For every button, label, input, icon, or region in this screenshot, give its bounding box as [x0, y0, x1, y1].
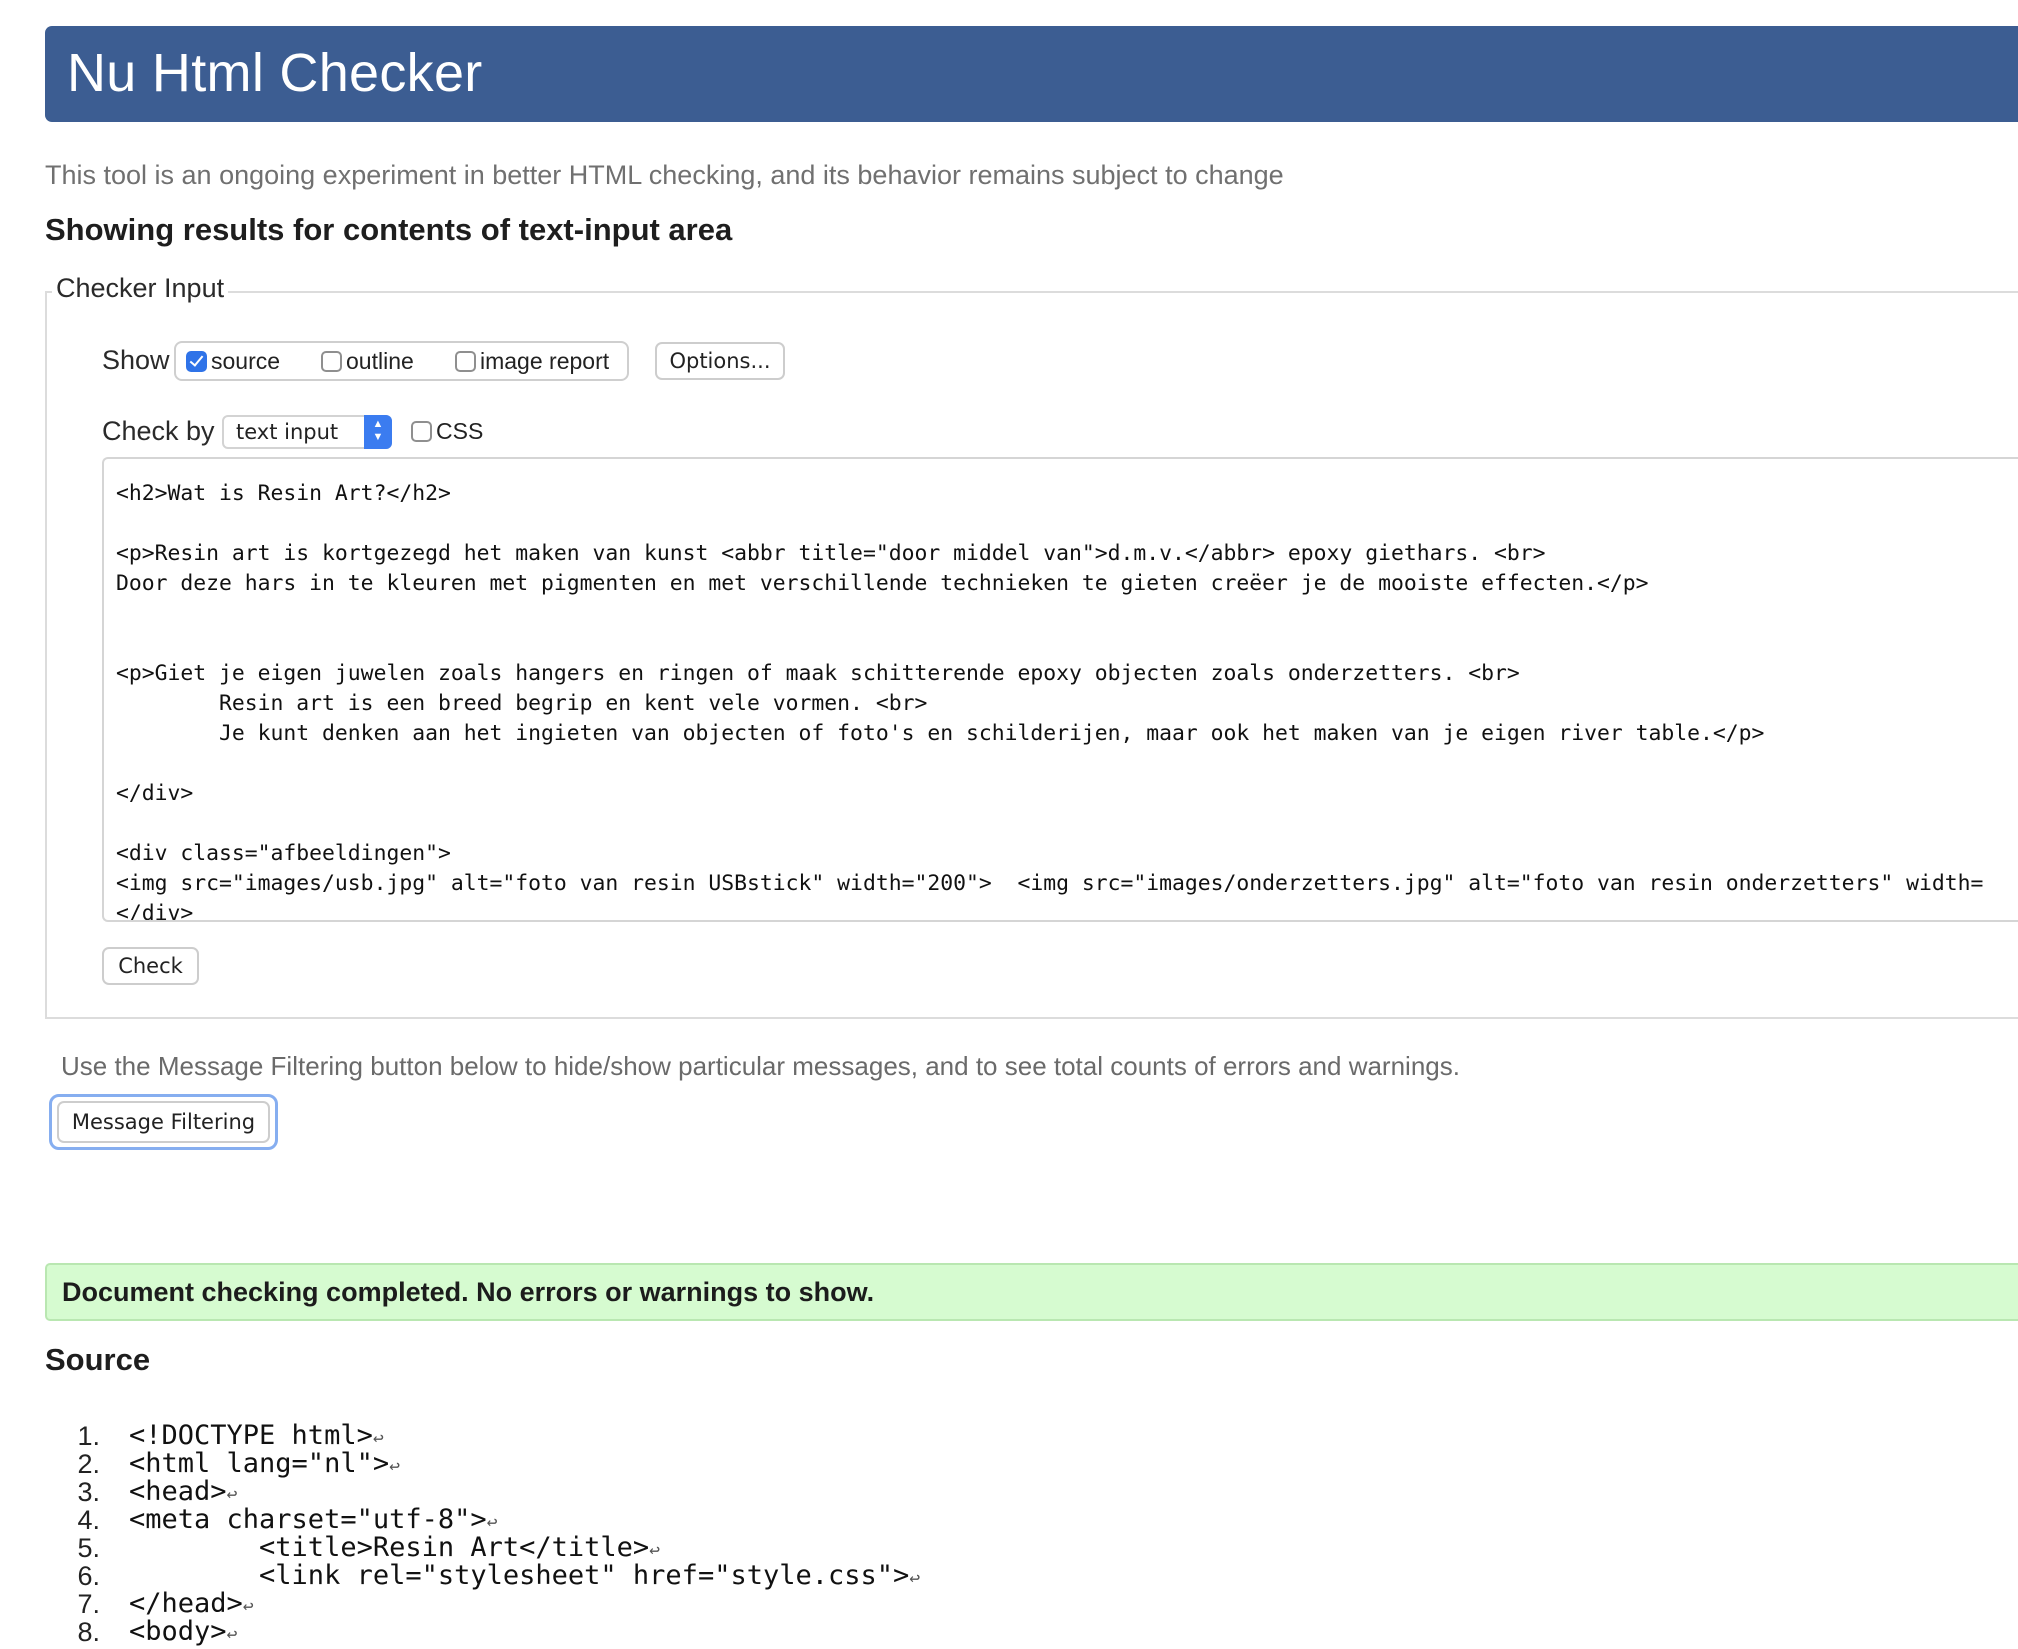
- line-code: <body>↩: [129, 1618, 237, 1649]
- source-option-label[interactable]: source: [211, 348, 280, 375]
- tagline: This tool is an ongoing experiment in be…: [45, 160, 1284, 190]
- line-number: 5.: [77, 1533, 100, 1563]
- filter-note: Use the Message Filtering button below t…: [61, 1051, 1460, 1081]
- line-code-text: <head>: [129, 1476, 227, 1507]
- line-code: <link rel="stylesheet" href="style.css">…: [129, 1562, 920, 1593]
- result-message: Document checking completed. No errors o…: [62, 1277, 875, 1307]
- check-by-value: text input: [236, 420, 339, 444]
- line-number: 8.: [77, 1617, 100, 1647]
- line-break-icon: ↩: [389, 1456, 400, 1477]
- line-number: 2.: [77, 1449, 100, 1479]
- source-textarea[interactable]: <h2>Wat is Resin Art?</h2> <p>Resin art …: [102, 457, 2018, 922]
- line-break-icon: ↩: [649, 1540, 661, 1561]
- source-heading: Source: [45, 1342, 151, 1377]
- line-break-icon: ↩: [242, 1596, 254, 1617]
- line-break-icon: ↩: [226, 1624, 238, 1645]
- checker-input-legend: Checker Input: [52, 273, 229, 304]
- line-number: 4.: [77, 1505, 100, 1535]
- line-number: 7.: [77, 1589, 100, 1619]
- css-option-label[interactable]: CSS: [436, 418, 483, 445]
- line-code-text: <html lang="nl">: [129, 1448, 390, 1479]
- result-message-box: Document checking completed. No errors o…: [45, 1263, 2018, 1321]
- results-heading: Showing results for contents of text-inp…: [45, 212, 733, 247]
- check-button[interactable]: Check: [102, 947, 199, 985]
- line-code-text: <link rel="stylesheet" href="style.css">: [129, 1560, 910, 1591]
- line-number: 1.: [77, 1421, 100, 1451]
- line-number: 6.: [77, 1561, 100, 1591]
- check-by-label: Check by: [102, 416, 215, 446]
- line-code-text: <!DOCTYPE html>: [129, 1420, 373, 1451]
- app-title: Nu Html Checker: [67, 43, 483, 103]
- header-banner: Nu Html Checker: [45, 26, 2018, 122]
- options-button[interactable]: Options...: [655, 342, 785, 380]
- line-break-icon: ↩: [909, 1568, 921, 1589]
- image-report-option-label[interactable]: image report: [480, 348, 609, 375]
- select-arrows-icon: ▲ ▼: [364, 415, 392, 449]
- line-code-text: </head>: [129, 1588, 243, 1619]
- message-filtering-button[interactable]: Message Filtering: [57, 1101, 270, 1143]
- image-report-checkbox[interactable]: [455, 351, 476, 372]
- source-checkbox[interactable]: [186, 351, 207, 372]
- outline-checkbox[interactable]: [321, 351, 342, 372]
- check-by-select[interactable]: text input ▲ ▼: [222, 415, 392, 449]
- line-code-text: <meta charset="utf-8">: [129, 1504, 487, 1535]
- line-code-text: <title>Resin Art</title>: [129, 1532, 650, 1563]
- line-break-icon: ↩: [372, 1428, 384, 1449]
- textarea-content: <h2>Wat is Resin Art?</h2> <p>Resin art …: [116, 481, 1984, 922]
- line-break-icon: ↩: [486, 1512, 498, 1533]
- show-label: Show: [102, 345, 170, 375]
- line-break-icon: ↩: [226, 1484, 238, 1505]
- line-code-text: <body>: [129, 1616, 227, 1647]
- outline-option-label[interactable]: outline: [346, 348, 414, 375]
- line-number: 3.: [77, 1477, 100, 1507]
- css-checkbox[interactable]: [411, 421, 432, 442]
